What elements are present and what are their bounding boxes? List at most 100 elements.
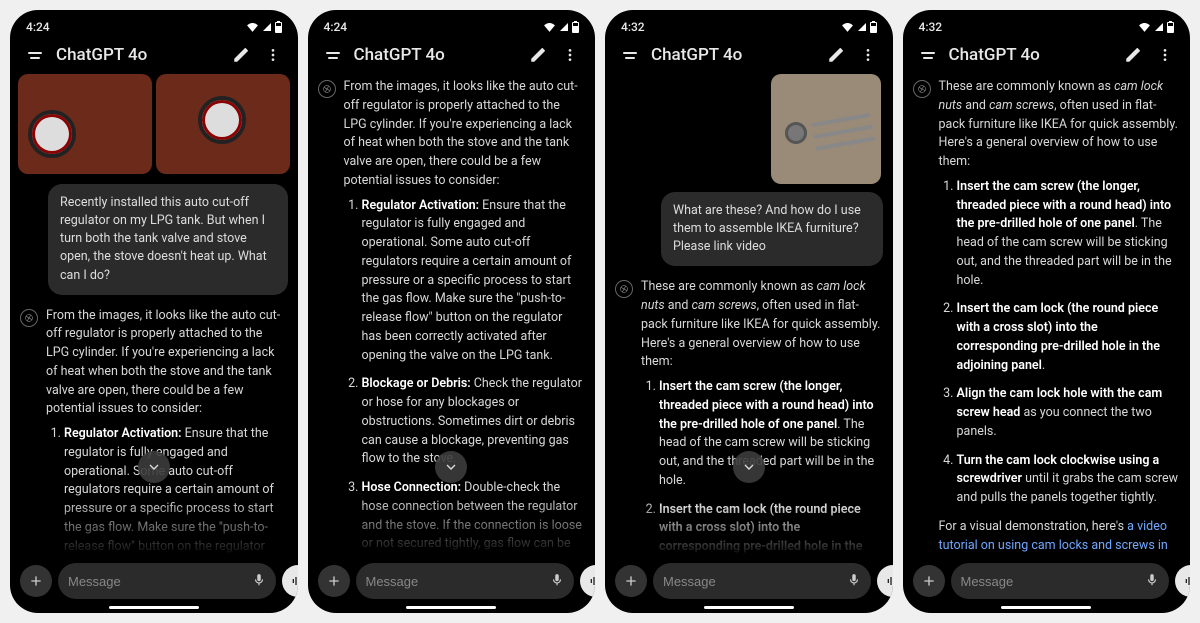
mic-icon[interactable]	[847, 572, 861, 591]
status-icons	[246, 22, 282, 33]
menu-icon[interactable]	[917, 44, 939, 66]
message-input[interactable]	[68, 574, 244, 589]
mic-icon[interactable]	[252, 572, 266, 591]
phone-screen-4: 4:32 ChatGPT 4o These are commonly known…	[903, 10, 1191, 613]
voice-button[interactable]	[580, 565, 596, 597]
user-message[interactable]: What are these? And how do I use them to…	[661, 192, 883, 266]
app-title[interactable]: ChatGPT 4o	[354, 45, 518, 65]
scroll-down-button[interactable]	[733, 451, 765, 483]
home-indicator[interactable]	[406, 606, 496, 609]
message-input-wrap[interactable]	[356, 563, 574, 599]
more-icon[interactable]	[857, 44, 879, 66]
add-button[interactable]	[20, 565, 52, 597]
scroll-down-button[interactable]	[138, 451, 170, 483]
assistant-text: From the images, it looks like the auto …	[344, 78, 584, 553]
steps-list: Regulator Activation: Ensure that the re…	[46, 425, 286, 553]
message-input[interactable]	[366, 574, 542, 589]
wifi-icon	[841, 22, 854, 32]
app-title[interactable]: ChatGPT 4o	[949, 45, 1113, 65]
image-thumb[interactable]	[18, 74, 152, 174]
status-bar: 4:32	[613, 18, 885, 38]
user-images[interactable]	[613, 74, 885, 188]
more-icon[interactable]	[262, 44, 284, 66]
status-time: 4:32	[919, 20, 943, 34]
signal-icon	[858, 23, 866, 31]
new-chat-icon[interactable]	[825, 44, 847, 66]
list-item: Blockage or Debris: Check the regulator …	[362, 375, 584, 469]
status-bar: 4:24	[18, 18, 290, 38]
input-bar	[316, 557, 588, 603]
app-header: ChatGPT 4o	[911, 38, 1183, 74]
scroll-down-button[interactable]	[435, 451, 467, 483]
steps-list: Regulator Activation: Ensure that the re…	[344, 197, 584, 554]
list-item: Insert the cam screw (the longer, thread…	[957, 178, 1179, 291]
status-time: 4:24	[324, 20, 348, 34]
signal-icon	[560, 23, 568, 31]
new-chat-icon[interactable]	[1122, 44, 1144, 66]
home-indicator[interactable]	[109, 606, 199, 609]
new-chat-icon[interactable]	[527, 44, 549, 66]
user-message[interactable]: Recently installed this auto cut-off reg…	[48, 184, 288, 295]
voice-button[interactable]	[1175, 565, 1191, 597]
battery-icon	[572, 22, 579, 33]
message-input[interactable]	[961, 574, 1137, 589]
menu-icon[interactable]	[24, 44, 46, 66]
add-button[interactable]	[318, 565, 350, 597]
phone-screen-3: 4:32 ChatGPT 4o What are these? And how …	[605, 10, 893, 613]
message-input-wrap[interactable]	[951, 563, 1169, 599]
status-time: 4:32	[621, 20, 645, 34]
add-button[interactable]	[615, 565, 647, 597]
assistant-text: From the images, it looks like the auto …	[46, 307, 286, 553]
image-thumb[interactable]	[156, 74, 290, 174]
menu-icon[interactable]	[619, 44, 641, 66]
assistant-avatar-icon	[615, 280, 633, 298]
app-title[interactable]: ChatGPT 4o	[651, 45, 815, 65]
phone-screen-1: 4:24 ChatGPT 4o Recently installed this …	[10, 10, 298, 613]
message-input-wrap[interactable]	[653, 563, 871, 599]
input-bar	[18, 557, 290, 603]
assistant-message: These are commonly known as cam lock nut…	[613, 274, 885, 553]
message-input-wrap[interactable]	[58, 563, 276, 599]
signal-icon	[263, 23, 271, 31]
add-button[interactable]	[913, 565, 945, 597]
mic-icon[interactable]	[1145, 572, 1159, 591]
assistant-message: From the images, it looks like the auto …	[18, 303, 290, 553]
home-indicator[interactable]	[704, 606, 794, 609]
signal-icon	[1155, 23, 1163, 31]
status-icons	[841, 22, 877, 33]
mic-icon[interactable]	[550, 572, 564, 591]
voice-button[interactable]	[877, 565, 893, 597]
image-thumb[interactable]	[771, 74, 881, 184]
assistant-avatar-icon	[913, 80, 931, 98]
app-header: ChatGPT 4o	[613, 38, 885, 74]
home-indicator[interactable]	[1001, 606, 1091, 609]
assistant-avatar-icon	[20, 309, 38, 327]
message-input[interactable]	[663, 574, 839, 589]
app-title[interactable]: ChatGPT 4o	[56, 45, 220, 65]
list-item: Regulator Activation: Ensure that the re…	[362, 197, 584, 366]
app-header: ChatGPT 4o	[18, 38, 290, 74]
list-item: Insert the cam screw (the longer, thread…	[659, 378, 881, 491]
assistant-outro: For a visual demonstration, here's a vid…	[939, 518, 1179, 553]
status-icons	[543, 22, 579, 33]
more-icon[interactable]	[1154, 44, 1176, 66]
list-item: Turn the cam lock clockwise using a scre…	[957, 452, 1179, 508]
chat-content[interactable]: From the images, it looks like the auto …	[316, 74, 588, 557]
new-chat-icon[interactable]	[230, 44, 252, 66]
more-icon[interactable]	[559, 44, 581, 66]
wifi-icon	[543, 22, 556, 32]
status-icons	[1138, 22, 1174, 33]
menu-icon[interactable]	[322, 44, 344, 66]
chat-content[interactable]: What are these? And how do I use them to…	[613, 74, 885, 557]
voice-button[interactable]	[282, 565, 298, 597]
user-images[interactable]	[18, 74, 290, 180]
app-header: ChatGPT 4o	[316, 38, 588, 74]
input-bar	[911, 557, 1183, 603]
list-item: Align the cam lock hole with the cam scr…	[957, 385, 1179, 441]
battery-icon	[1167, 22, 1174, 33]
list-item: Insert the cam lock (the round piece wit…	[659, 501, 881, 553]
input-bar	[613, 557, 885, 603]
list-item: Regulator Activation: Ensure that the re…	[64, 425, 286, 553]
chat-content[interactable]: Recently installed this auto cut-off reg…	[18, 74, 290, 557]
chat-content[interactable]: These are commonly known as cam lock nut…	[911, 74, 1183, 557]
